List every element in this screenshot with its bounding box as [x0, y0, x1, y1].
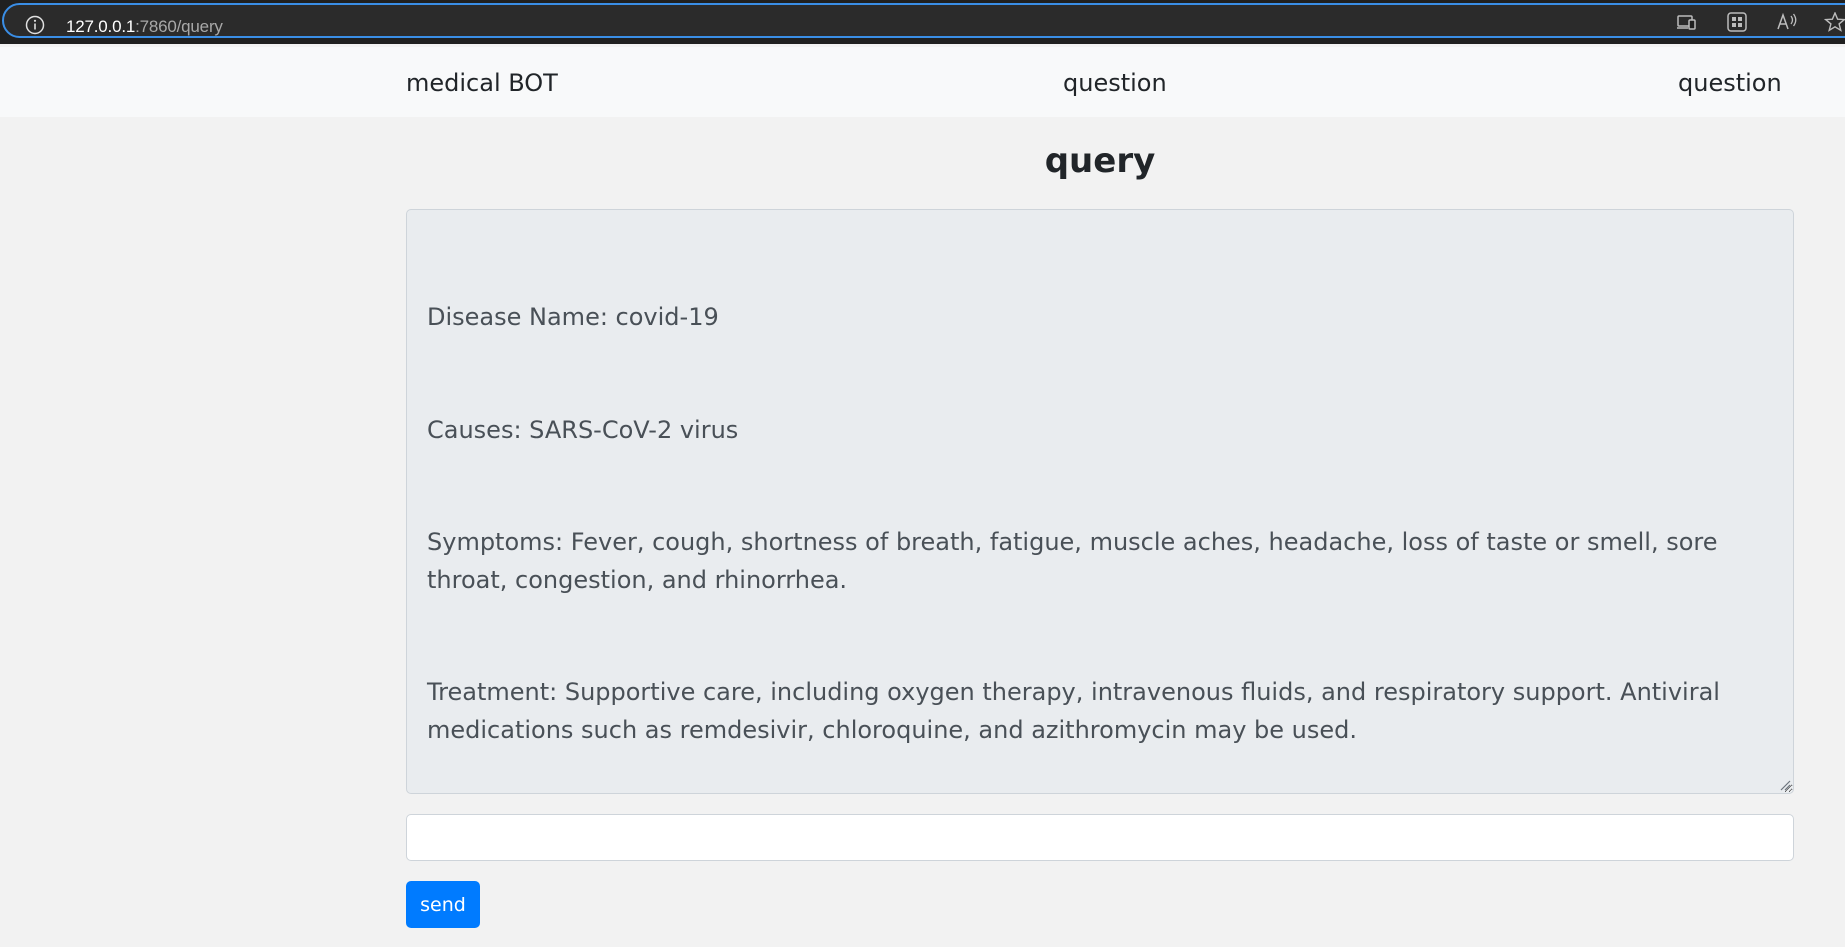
response-line-symptoms: Symptoms: Fever, cough, shortness of bre…: [427, 528, 1726, 594]
response-line-disease: Disease Name: covid-19: [427, 303, 719, 331]
address-bar[interactable]: 127.0.0.1:7860/query: [2, 3, 1845, 38]
navbar-brand[interactable]: medical BOT: [406, 69, 558, 97]
resize-handle-icon[interactable]: [1779, 779, 1791, 791]
navbar: medical BOT question question: [0, 47, 1845, 117]
nav-link-question-right[interactable]: question: [1678, 69, 1782, 97]
send-button[interactable]: send: [406, 881, 480, 928]
favorite-star-icon[interactable]: [1824, 12, 1845, 32]
url-path: :7860/query: [135, 17, 223, 36]
address-url[interactable]: 127.0.0.1:7860/query: [66, 17, 223, 37]
response-line-causes: Causes: SARS-CoV-2 virus: [427, 415, 739, 444]
response-line-treatment: Treatment: Supportive care, including ox…: [427, 678, 1728, 744]
query-input[interactable]: [406, 814, 1794, 861]
page-title: query: [1044, 141, 1156, 181]
device-icon[interactable]: [1676, 12, 1698, 32]
info-icon[interactable]: [24, 14, 46, 36]
browser-toolbar: 127.0.0.1:7860/query: [0, 0, 1845, 44]
url-host: 127.0.0.1: [66, 17, 136, 36]
nav-link-question[interactable]: question: [1063, 69, 1167, 97]
read-aloud-icon[interactable]: [1776, 12, 1798, 32]
response-textarea[interactable]: Disease Name: covid-19 Causes: SARS-CoV-…: [406, 209, 1794, 794]
apps-icon[interactable]: [1726, 12, 1748, 32]
